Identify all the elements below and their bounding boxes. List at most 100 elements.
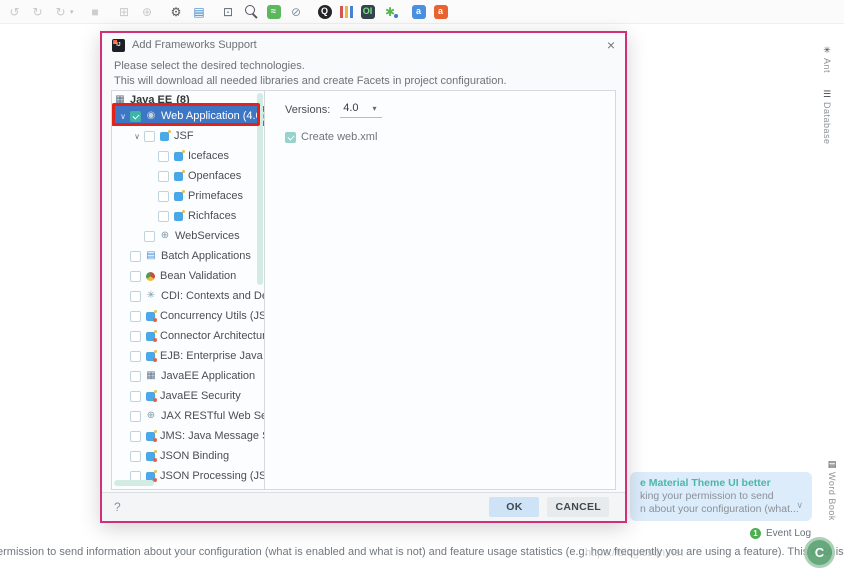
tree-item-checkbox[interactable] [130, 270, 141, 282]
tree-item-label: JavaEE Application [161, 370, 256, 382]
event-log-badge: 1 [750, 528, 761, 539]
cubedot-icon [146, 389, 157, 402]
tree-item-primefaces[interactable]: Primefaces [112, 186, 264, 206]
notification-line-1: king your permission to send [640, 490, 774, 502]
cancel-button[interactable]: CANCEL [547, 497, 609, 517]
tree-item-label: Richfaces [188, 210, 237, 222]
tree-item-icefaces[interactable]: Icefaces [112, 146, 264, 166]
tree-item-checkbox[interactable] [158, 170, 169, 182]
zoom-plus-icon[interactable]: ⊕ [140, 4, 155, 19]
tree-item-webservices[interactable]: ⊕ WebServices [112, 226, 264, 246]
cube-icon [174, 149, 185, 161]
tree-item-checkbox[interactable] [158, 190, 169, 202]
tree-item-javaee-security[interactable]: JavaEE Security [112, 386, 264, 406]
help-button[interactable]: ? [114, 500, 121, 514]
create-webxml-row: Create web.xml [285, 131, 615, 143]
tree-group-java-ee[interactable]: ▦ Java EE (8) [112, 91, 264, 106]
tree-item-connector-architecture-j[interactable]: Connector Architecture (J [112, 326, 264, 346]
tree-item-javaee-application[interactable]: ▦ JavaEE Application [112, 366, 264, 386]
coverage-bars-icon[interactable] [339, 5, 353, 18]
version-select[interactable]: 4.0 ▾ [340, 101, 382, 118]
undo-run-icon[interactable]: ↻ [30, 4, 45, 19]
tree-item-checkbox[interactable] [144, 130, 155, 142]
tree-item-batch-applications[interactable]: ▤ Batch Applications [112, 246, 264, 266]
tree-item-label: EJB: Enterprise Java Beans [160, 350, 264, 362]
tree-item-checkbox[interactable] [130, 290, 141, 302]
close-icon[interactable]: × [607, 38, 615, 52]
plugin-star-icon[interactable]: ✱ [383, 4, 398, 19]
description-line-2: This will download all needed libraries … [114, 75, 507, 87]
dropdown-caret-icon[interactable]: ▾ [70, 8, 74, 16]
tree-item-cdi-contexts-and-depenc[interactable]: ✳ CDI: Contexts and Depenc [112, 286, 264, 306]
tree-item-jms-java-message-servic[interactable]: JMS: Java Message Servic [112, 426, 264, 446]
tree-item-checkbox[interactable] [158, 150, 169, 162]
intellij-logo-icon: IJ [112, 38, 125, 52]
tree-item-checkbox[interactable] [144, 230, 155, 242]
tree-vertical-scrollbar[interactable] [257, 93, 263, 285]
tree-item-checkbox[interactable] [158, 210, 169, 222]
tree-item-openfaces[interactable]: Openfaces [112, 166, 264, 186]
tree-horizontal-scrollbar[interactable] [114, 480, 154, 486]
search-icon[interactable] [244, 4, 259, 19]
tree-item-label: CDI: Contexts and Depenc [161, 290, 264, 302]
web-icon: ◉ [146, 110, 156, 121]
tree-item-ejb-enterprise-java-beans[interactable]: EJB: Enterprise Java Beans [112, 346, 264, 366]
tree-item-json-binding[interactable]: JSON Binding [112, 446, 264, 466]
dialog-content: ▦ Java EE (8) ∨ ◉ Web Application (4.0) ∨ JS… [111, 90, 616, 490]
build-icon[interactable]: ↺ [7, 4, 22, 19]
rerun-dropdown-icon[interactable]: ↻ [53, 4, 68, 19]
stop-icon[interactable]: ■ [88, 4, 103, 19]
cube-icon [174, 209, 185, 221]
dock-tab-word-book[interactable]: ▤ Word Book [822, 460, 842, 521]
tree-item-checkbox[interactable] [130, 110, 141, 122]
tree-item-checkbox[interactable] [130, 250, 141, 262]
notification-expand-icon[interactable]: ∨ [796, 499, 803, 512]
translate-orange-icon[interactable]: a [433, 4, 448, 19]
tree-item-jsf[interactable]: ∨ JSF [112, 126, 264, 146]
tree-item-checkbox[interactable] [130, 450, 141, 462]
csdn-logo: C [804, 537, 835, 568]
dock-tab-ant[interactable]: ✳ Ant [822, 45, 832, 74]
status-bar-text: ermission to send information about your… [0, 546, 844, 558]
tree-item-checkbox[interactable] [130, 310, 141, 322]
tree-item-checkbox[interactable] [130, 390, 141, 402]
chevron-down-icon[interactable]: ∨ [130, 132, 144, 141]
tree-item-checkbox[interactable] [130, 330, 141, 342]
cube-icon [160, 129, 171, 141]
tree-item-checkbox[interactable] [130, 430, 141, 442]
frame-capture-icon[interactable]: ⊞ [117, 4, 132, 19]
chevron-down-icon[interactable]: ∨ [116, 112, 130, 121]
tree-item-checkbox[interactable] [130, 410, 141, 422]
tree-item-jax-restful-web-services[interactable]: ⊕ JAX RESTful Web Services [112, 406, 264, 426]
tree-item-bean-validation[interactable]: Bean Validation [112, 266, 264, 286]
dialog-footer: ? OK CANCEL [102, 492, 625, 521]
tree-item-richfaces[interactable]: Richfaces [112, 206, 264, 226]
tree-item-label: JAX RESTful Web Services [161, 410, 264, 422]
java-ee-group-icon: ▦ [115, 93, 125, 105]
database-navigator-icon[interactable]: OI [360, 4, 375, 19]
notification-balloon[interactable]: e Material Theme UI better king your per… [630, 472, 812, 521]
tree-item-label: Bean Validation [160, 270, 237, 282]
translate-blue-icon[interactable]: a [411, 4, 426, 19]
cubedot-icon [146, 349, 157, 362]
project-structure-icon[interactable]: ▤ [192, 4, 207, 19]
tree-item-checkbox[interactable] [130, 370, 141, 382]
chevron-down-icon: ▾ [372, 103, 377, 113]
tree-item-concurrency-utils-jsr-23[interactable]: Concurrency Utils (JSR 23 [112, 306, 264, 326]
prohibit-icon[interactable]: ⊘ [289, 4, 304, 19]
tree-item-checkbox[interactable] [130, 350, 141, 362]
tree-item-web-application-4-0[interactable]: ∨ ◉ Web Application (4.0) [112, 106, 264, 126]
run-window-icon[interactable]: ⊡ [221, 4, 236, 19]
ok-button[interactable]: OK [489, 497, 540, 517]
tree-item-transaction-api-jsr-907[interactable]: Transaction API (JSR 907) [112, 486, 264, 489]
tree-item-label: Web Application (4.0) [161, 110, 264, 122]
monitor-chart-icon[interactable]: ≈ [266, 4, 281, 19]
event-log[interactable]: 1 Event Log [750, 528, 811, 539]
database-icon: ☰ [822, 89, 832, 99]
create-webxml-checkbox[interactable] [285, 131, 296, 143]
ant-icon: ✳ [823, 45, 831, 55]
cubedot-icon [146, 429, 157, 442]
wrench-icon[interactable]: ⚙ [169, 4, 184, 19]
dock-tab-database[interactable]: ☰ Database [822, 90, 832, 145]
qaplug-icon[interactable]: Q [317, 4, 332, 19]
